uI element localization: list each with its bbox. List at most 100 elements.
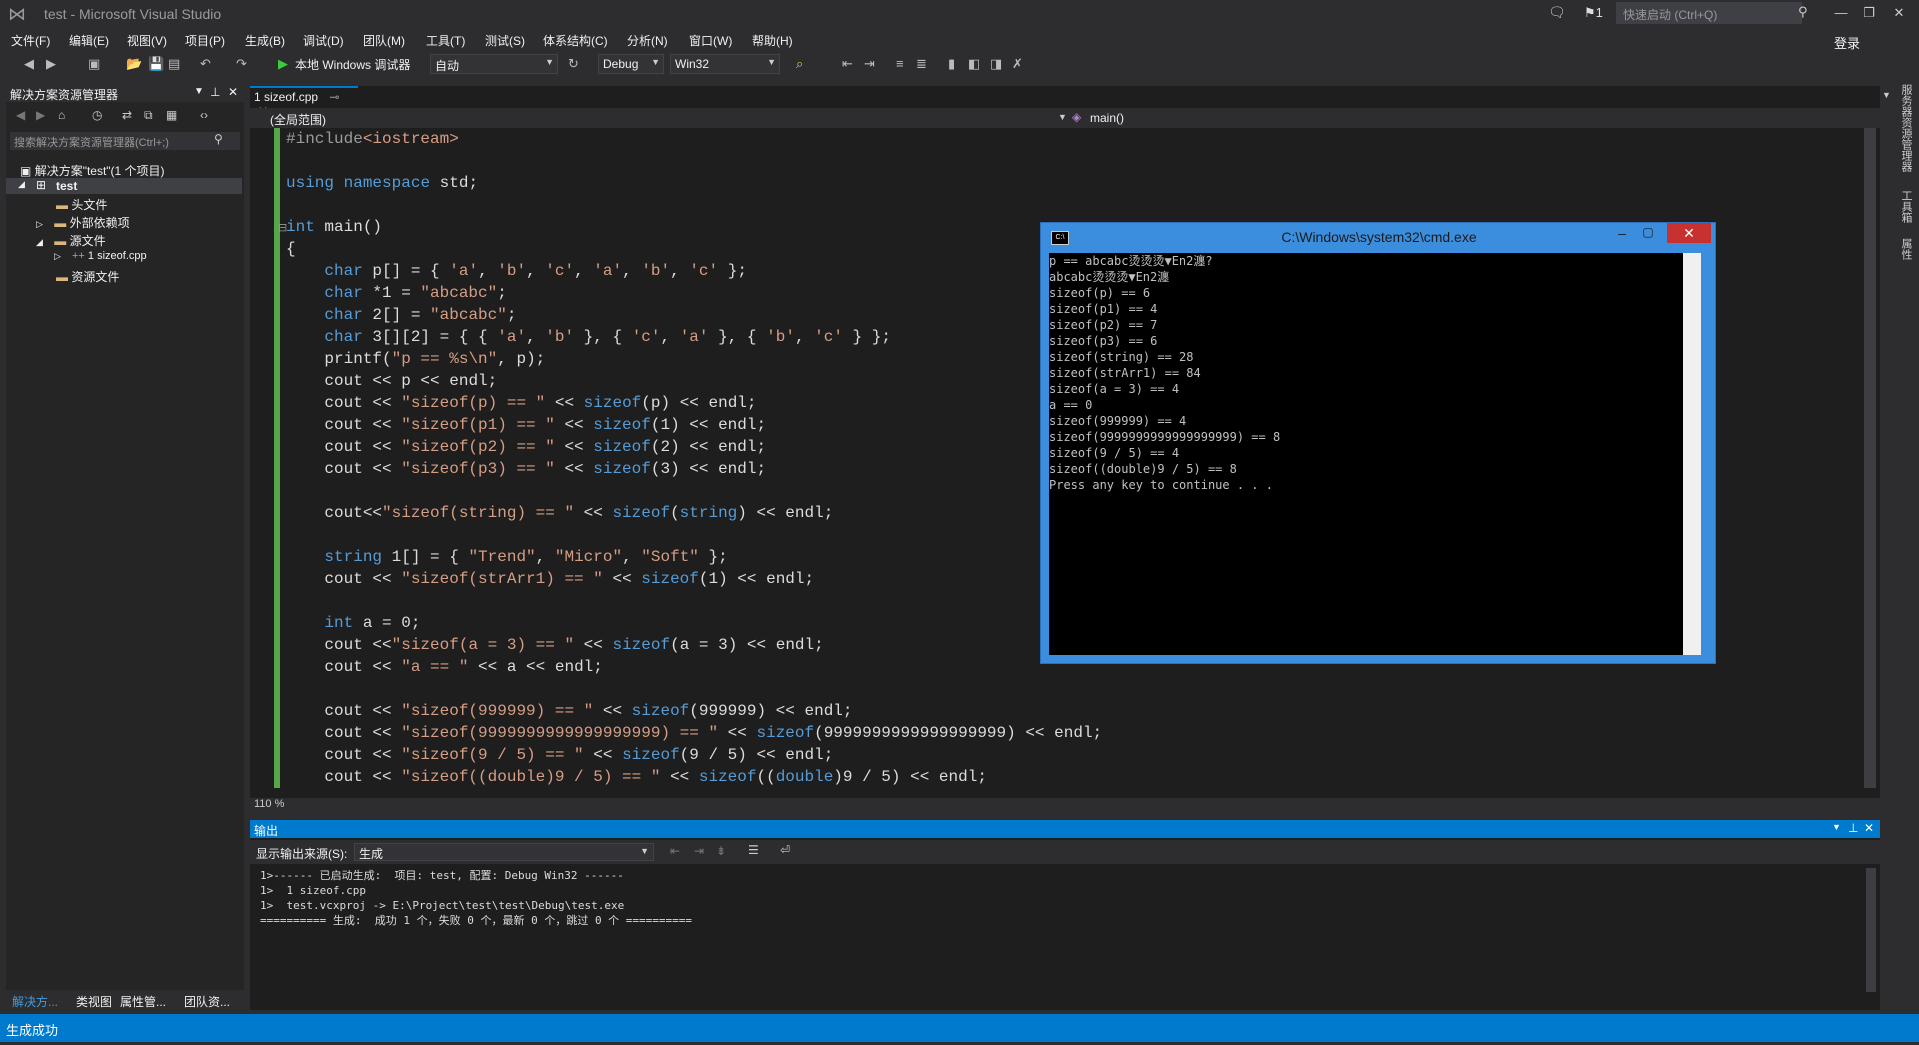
tree-sources[interactable]: ◢ ▬ 源文件 [36,232,106,249]
tab-property-manager[interactable]: 属性管... [120,993,166,1010]
pin-icon[interactable]: ⊥ [210,85,220,99]
quick-launch-input[interactable]: 快速启动 (Ctrl+Q) [1616,2,1802,24]
tab-team-explorer[interactable]: 团队资... [184,993,230,1010]
close-icon[interactable]: ✕ [1864,821,1874,835]
back-icon[interactable]: ◀ [24,56,34,72]
menu-test[interactable]: 测试(S) [485,32,525,49]
show-all-files-icon[interactable]: ▦ [166,108,177,122]
cmd-maximize-button[interactable]: ▢ [1637,225,1659,245]
code-line[interactable]: cout << "sizeof(999999) == " << sizeof(9… [286,700,1876,722]
prev-bookmark-icon[interactable]: ◧ [968,56,980,72]
tree-resources[interactable]: ▬ 资源文件 [56,268,119,285]
tab-toolbox[interactable]: 工具箱 [1898,190,1914,223]
tree-external[interactable]: ▷ ▬ 外部依赖项 [36,214,130,231]
chevron-down-icon[interactable]: ▼ [1882,90,1891,100]
code-line[interactable] [286,194,1876,216]
platform-dropdown[interactable]: Win32 ▼ [670,54,780,74]
tree-file[interactable]: ▷ ++ 1 sizeof.cpp [54,250,147,262]
chevron-down-icon[interactable]: ▼ [1832,822,1841,832]
collapsed-arrow-icon[interactable]: ▷ [54,251,61,261]
word-wrap-icon[interactable]: ⏎ [780,843,790,857]
scope-dropdown[interactable]: (全局范围) [270,111,326,128]
forward-icon[interactable]: ▶ [46,56,56,72]
collapse-all-icon[interactable]: ⧉ [144,108,153,123]
menu-build[interactable]: 生成(B) [245,32,285,49]
open-file-icon[interactable]: 📂 [126,56,142,72]
indent-icon[interactable]: ⇥ [864,56,875,72]
save-icon[interactable]: 💾 [148,56,164,72]
tree-headers[interactable]: ▬ 头文件 [56,196,107,213]
undo-icon[interactable]: ↶ [200,56,211,72]
menu-architecture[interactable]: 体系结构(C) [543,32,608,49]
menu-window[interactable]: 窗口(W) [689,32,732,49]
chevron-down-icon[interactable]: ▼ [194,86,204,97]
output-scrollbar[interactable] [1866,868,1876,992]
menu-file[interactable]: 文件(F) [11,32,50,49]
tab-class-view[interactable]: 类视图 [76,993,112,1010]
cmd-title-bar[interactable]: C:\ C:\Windows\system32\cmd.exe – ▢ ✕ [1041,223,1717,253]
tree-solution[interactable]: ▣ 解决方案"test"(1 个项目) [20,162,165,179]
close-button[interactable]: ✕ [1882,2,1916,24]
zoom-level[interactable]: 110 % [254,798,284,810]
sync-icon[interactable]: ⇄ [122,108,132,122]
expanded-arrow-icon[interactable]: ◢ [36,237,43,247]
vertical-scrollbar[interactable] [1864,128,1876,788]
next-bookmark-icon[interactable]: ◨ [990,56,1002,72]
menu-help[interactable]: 帮助(H) [752,32,793,49]
expanded-arrow-icon[interactable]: ◢ [18,179,25,190]
comment-icon[interactable]: ≡ [896,56,904,71]
pin-icon[interactable]: ⊸ [329,90,339,104]
goto-icon[interactable]: ⇟ [716,844,726,858]
tab-solution-explorer[interactable]: 解决方... [12,993,58,1010]
tab-sizeof-cpp[interactable]: 1 sizeof.cpp ⊸ ✕ [250,86,358,118]
tab-server-explorer[interactable]: 服务器资源管理器 [1898,84,1914,172]
menu-project[interactable]: 项目(P) [185,32,225,49]
home-icon[interactable]: ⌂ [58,108,65,122]
code-line[interactable]: cout << "sizeof(9999999999999999999) == … [286,722,1876,744]
menu-tools[interactable]: 工具(T) [426,32,465,49]
menu-edit[interactable]: 编辑(E) [69,32,109,49]
output-source-dropdown[interactable]: 生成 ▼ [354,843,654,861]
code-line[interactable]: cout << "sizeof((double)9 / 5) == " << s… [286,766,1876,788]
tree-project[interactable]: ◢ ⊞ test [6,178,242,194]
forward-icon[interactable]: ▶ [36,108,45,122]
menu-debug[interactable]: 调试(D) [303,32,344,49]
back-icon[interactable]: ◀ [16,108,25,122]
bookmark-icon[interactable]: ▮ [948,56,955,72]
clear-bookmarks-icon[interactable]: ✗ [1012,56,1023,72]
new-project-icon[interactable]: ▣ [88,56,100,72]
output-text[interactable]: 1>------ 已启动生成: 项目: test, 配置: Debug Win3… [260,868,1860,928]
maximize-button[interactable]: ❐ [1852,2,1886,24]
cmd-minimize-button[interactable]: – [1611,225,1633,245]
start-debug-icon[interactable]: ▶ [278,56,288,72]
cmd-close-button[interactable]: ✕ [1667,223,1711,243]
code-line[interactable]: cout << "sizeof(9 / 5) == " << sizeof(9 … [286,744,1876,766]
chevron-down-icon[interactable]: ▼ [1058,112,1067,122]
clear-all-icon[interactable]: ☰ [748,843,759,857]
save-all-icon[interactable]: ▤ [168,56,180,72]
menu-team[interactable]: 团队(M) [363,32,405,49]
tab-properties[interactable]: 属性 [1898,238,1914,260]
refresh-icon[interactable]: ↻ [568,56,579,72]
menu-view[interactable]: 视图(V) [127,32,167,49]
code-view-icon[interactable]: ‹› [200,108,208,122]
feedback-flag-icon[interactable]: ⚑1 [1584,5,1603,21]
pin-icon[interactable]: ⊥ [1848,821,1858,835]
start-debug-button[interactable]: 本地 Windows 调试器 [295,56,410,73]
code-line[interactable] [286,678,1876,700]
history-icon[interactable]: ◷ [92,108,102,122]
prev-message-icon[interactable]: ⇤ [670,844,680,858]
collapsed-arrow-icon[interactable]: ▷ [36,219,43,229]
notification-icon[interactable]: 🗨 [1548,4,1566,21]
outdent-icon[interactable]: ⇤ [842,56,853,72]
code-line[interactable]: using namespace std; [286,172,1876,194]
uncomment-icon[interactable]: ≣ [916,56,927,72]
code-line[interactable] [286,150,1876,172]
close-icon[interactable]: ✕ [228,85,238,99]
redo-icon[interactable]: ↷ [236,56,247,72]
configuration-dropdown[interactable]: Debug ▼ [598,54,664,74]
function-dropdown[interactable]: main() [1090,111,1124,125]
search-icon[interactable]: ⚲ [1798,4,1808,20]
solution-search-input[interactable]: 搜索解决方案资源管理器(Ctrl+;) [10,132,240,150]
cmd-console[interactable]: p == abcabc烫烫烫▼En2瀍? abcabc烫烫烫▼En2瀍 size… [1049,253,1691,655]
